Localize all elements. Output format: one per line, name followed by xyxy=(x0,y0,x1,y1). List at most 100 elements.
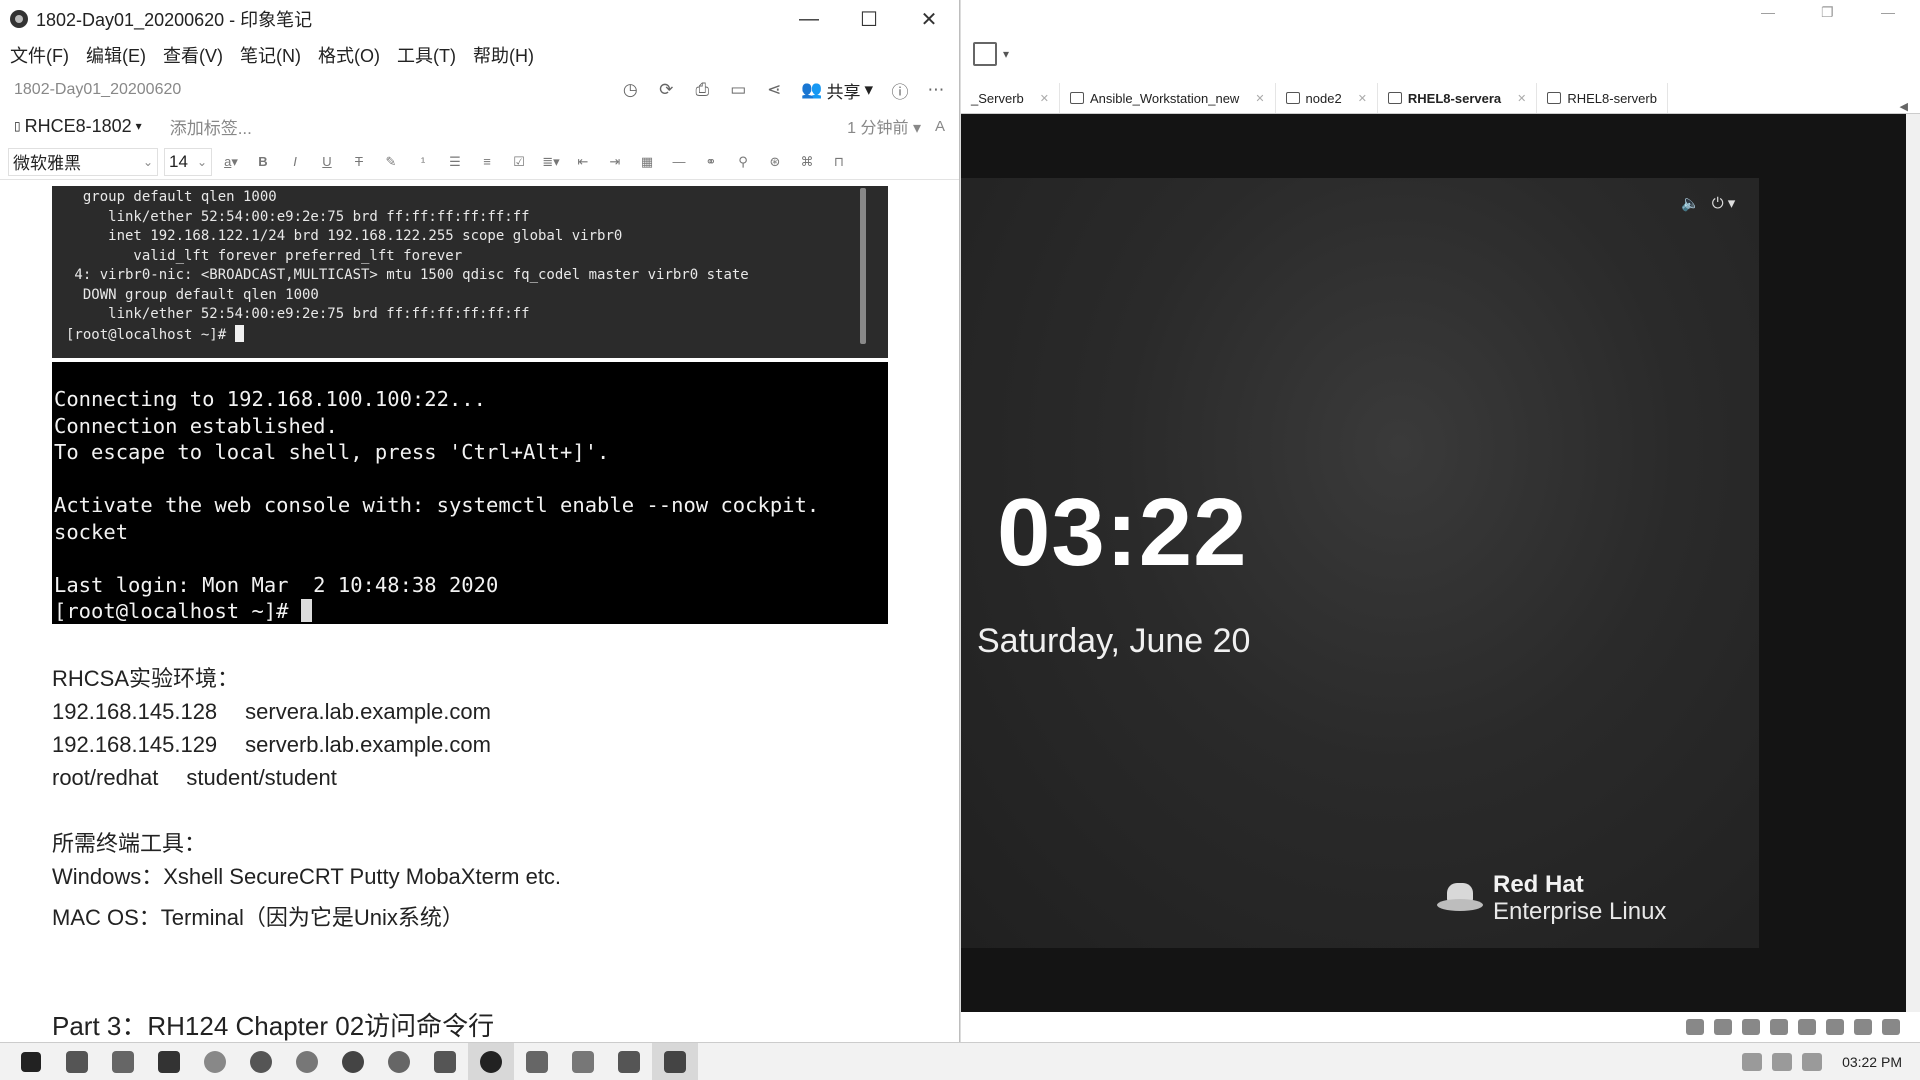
last-edited-time[interactable]: 1 分钟前 ▾ xyxy=(847,114,921,138)
app-icon[interactable] xyxy=(514,1043,560,1080)
hdd-icon[interactable] xyxy=(1686,1019,1704,1035)
host-name: serverb.lab.example.com xyxy=(245,732,491,757)
note-body[interactable]: group default qlen 1000 link/ether 52:54… xyxy=(0,184,959,1042)
font-style-icon[interactable]: A xyxy=(935,118,945,135)
numbered-list-icon[interactable]: ≡ xyxy=(474,149,500,175)
font-family-select[interactable]: 微软雅黑 ⌄ xyxy=(8,147,158,176)
taskbar-clock[interactable]: 03:22 PM xyxy=(1842,1054,1902,1070)
superscript-icon[interactable]: ¹ xyxy=(410,149,436,175)
display-icon[interactable] xyxy=(1854,1019,1872,1035)
tab-node2[interactable]: node2 ✕ xyxy=(1276,83,1378,113)
outdent-icon[interactable]: ⇤ xyxy=(570,149,596,175)
bold-icon[interactable]: B xyxy=(250,149,276,175)
font-size-value: 14 xyxy=(169,151,188,171)
sound-icon[interactable] xyxy=(1826,1019,1844,1035)
vm-scrollbar[interactable] xyxy=(1906,114,1920,1012)
task-view-icon[interactable] xyxy=(54,1043,100,1080)
usb-icon[interactable] xyxy=(1798,1019,1816,1035)
vm-minimize-button[interactable]: — xyxy=(1761,4,1775,20)
evernote-taskbar-icon[interactable] xyxy=(468,1042,514,1080)
network-icon[interactable] xyxy=(1742,1019,1760,1035)
vmware-icon[interactable] xyxy=(606,1043,652,1080)
app-icon[interactable] xyxy=(284,1043,330,1080)
print-icon[interactable]: ⎙ xyxy=(693,80,711,99)
present-icon[interactable]: ▭ xyxy=(729,80,747,99)
tray-icon[interactable] xyxy=(1772,1052,1793,1071)
printer-icon[interactable] xyxy=(1770,1019,1788,1035)
italic-icon[interactable]: I xyxy=(282,149,308,175)
maximize-button[interactable]: ☐ xyxy=(839,0,899,38)
table-icon[interactable]: ▦ xyxy=(634,149,660,175)
close-icon[interactable]: ✕ xyxy=(1358,92,1367,105)
more-icon[interactable]: ⋯ xyxy=(927,80,945,99)
app-icon[interactable] xyxy=(652,1042,698,1080)
menu-view[interactable]: 查看(V) xyxy=(163,42,223,68)
tab-rhel8-servera[interactable]: RHEL8-servera ✕ xyxy=(1378,83,1538,113)
menu-note[interactable]: 笔记(N) xyxy=(240,42,301,68)
app-icon[interactable] xyxy=(192,1043,238,1080)
close-icon[interactable]: ✕ xyxy=(1255,92,1264,105)
chevron-down-icon[interactable]: ▾ xyxy=(1003,47,1009,61)
vm-console[interactable]: 🔈 ⏻ ▾ 03:22 Saturday, June 20 Red Hat En… xyxy=(961,114,1906,1012)
app-icon[interactable] xyxy=(560,1043,606,1080)
underline-icon[interactable]: U xyxy=(314,149,340,175)
attachment-icon[interactable]: ⚲ xyxy=(730,149,756,175)
chevron-down-icon: ⌄ xyxy=(196,154,207,169)
close-button[interactable]: ✕ xyxy=(899,0,959,38)
cdrom-icon[interactable] xyxy=(1714,1019,1732,1035)
app-icon[interactable] xyxy=(422,1043,468,1080)
start-button[interactable] xyxy=(8,1043,54,1080)
fullscreen-icon[interactable] xyxy=(973,42,997,66)
tab-serverb[interactable]: _Serverb ✕ xyxy=(961,83,1060,113)
app-icon[interactable] xyxy=(100,1043,146,1080)
close-icon[interactable]: ✕ xyxy=(1040,92,1049,105)
volume-icon[interactable]: 🔈 xyxy=(1681,194,1700,212)
sync-icon[interactable]: ⟳ xyxy=(657,80,675,99)
vm-close-button[interactable]: — xyxy=(1881,4,1895,20)
highlight-icon[interactable]: ✎ xyxy=(378,149,404,175)
menu-edit[interactable]: 编辑(E) xyxy=(86,42,146,68)
note-actions: ◷ ⟳ ⎙ ▭ ⋖ 👥 共享 ▾ ⓘ ⋯ xyxy=(621,78,945,103)
tab-ansible-workstation[interactable]: Ansible_Workstation_new ✕ xyxy=(1060,83,1276,113)
terminal-prompt-line: [root@localhost ~]# xyxy=(54,598,888,624)
tab-rhel8-serverb[interactable]: RHEL8-serverb xyxy=(1537,83,1668,113)
vm-window-titlebar: — ❐ — xyxy=(961,0,1920,28)
menu-help[interactable]: 帮助(H) xyxy=(473,42,534,68)
encrypt-icon[interactable]: ⊛ xyxy=(762,149,788,175)
info-icon[interactable]: ⓘ xyxy=(891,81,909,102)
share-network-icon[interactable]: ⋖ xyxy=(765,80,783,99)
font-size-select[interactable]: 14 ⌄ xyxy=(164,147,212,176)
menu-format[interactable]: 格式(O) xyxy=(318,42,380,68)
horizontal-rule-icon[interactable]: — xyxy=(666,149,692,175)
checkbox-icon[interactable]: ☑ xyxy=(506,149,532,175)
text-color-icon[interactable]: a ▾ xyxy=(218,149,244,175)
close-icon[interactable]: ✕ xyxy=(1517,92,1526,105)
tools-windows: Windows：Xshell SecureCRT Putty MobaXterm… xyxy=(52,864,562,889)
menu-tools[interactable]: 工具(T) xyxy=(397,42,456,68)
lock-screen[interactable]: 🔈 ⏻ ▾ 03:22 Saturday, June 20 Red Hat En… xyxy=(961,178,1759,948)
lock-icon[interactable]: ⊓ xyxy=(826,149,852,175)
reminder-icon[interactable]: ◷ xyxy=(621,80,639,99)
code-block-icon[interactable]: ⌘ xyxy=(794,149,820,175)
app-icon[interactable] xyxy=(376,1043,422,1080)
add-tag-input[interactable]: 添加标签... xyxy=(170,114,252,139)
tab-scroll-left-icon[interactable]: ◀ xyxy=(1900,100,1908,113)
bullet-list-icon[interactable]: ☰ xyxy=(442,149,468,175)
tray-icon[interactable] xyxy=(1802,1052,1823,1071)
power-icon[interactable]: ⏻ ▾ xyxy=(1712,194,1736,212)
strikethrough-icon[interactable]: T xyxy=(346,149,372,175)
menu-file[interactable]: 文件(F) xyxy=(10,42,69,68)
indent-icon[interactable]: ⇥ xyxy=(602,149,628,175)
message-icon[interactable] xyxy=(1882,1019,1900,1035)
link-icon[interactable]: ⚭ xyxy=(698,149,724,175)
align-icon[interactable]: ≣▾ xyxy=(538,149,564,175)
edge-icon[interactable] xyxy=(238,1043,284,1080)
app-icon[interactable] xyxy=(146,1043,192,1080)
chrome-icon[interactable] xyxy=(330,1043,376,1080)
tray-icon[interactable] xyxy=(1742,1052,1763,1071)
terminal-line: valid_lft forever preferred_lft forever xyxy=(66,247,463,264)
vm-restore-button[interactable]: ❐ xyxy=(1821,4,1834,21)
minimize-button[interactable]: — xyxy=(779,0,839,38)
notebook-selector[interactable]: ▯ RHCE8-1802 ▾ xyxy=(14,116,142,137)
share-button[interactable]: 👥 共享 ▾ xyxy=(801,78,873,103)
